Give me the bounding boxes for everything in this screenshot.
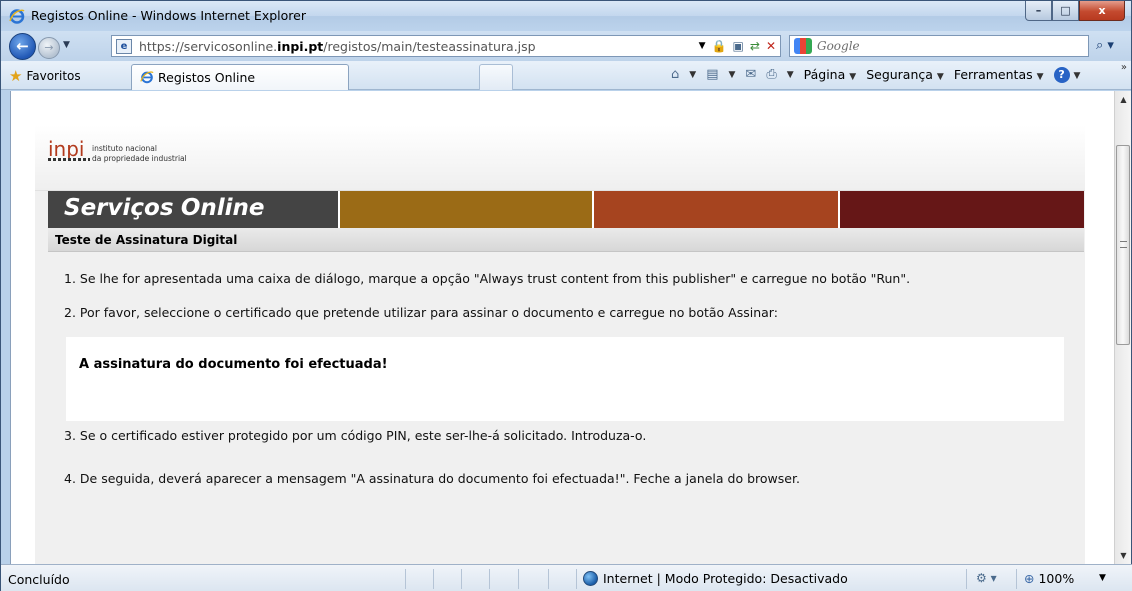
command-bar: ⌂ ▼ ▤ ▼ ✉ ⎙ ▼ Página ▼ Segurança ▼ Ferramen…	[671, 66, 1080, 83]
refresh-icon[interactable]: ⇄	[750, 38, 760, 54]
search-icon[interactable]: ⌕ ▾	[1096, 38, 1114, 53]
favorites-bar: ★ Favoritos Registos Online ⌂ ▼ ▤ ▼ ✉ ⎙ ▼ P…	[1, 61, 1131, 90]
menu-ferramentas[interactable]: Ferramentas ▼	[954, 67, 1044, 82]
status-divider	[518, 569, 519, 589]
close-button[interactable]: x	[1079, 1, 1125, 21]
compatibility-view-icon[interactable]: ▣	[733, 38, 744, 54]
forward-button[interactable]: →	[38, 37, 60, 59]
tab-label: Registos Online	[158, 70, 256, 85]
window-controls: – □ x	[1025, 1, 1125, 21]
help-icon: ?	[1053, 67, 1070, 83]
zoom-icon: ⊕	[1024, 571, 1035, 586]
address-bar[interactable]: e https://servicosonline.inpi.pt/registo…	[111, 35, 781, 57]
status-text: Concluído	[8, 572, 70, 587]
home-icon[interactable]: ⌂	[671, 67, 679, 82]
grip-icon	[1120, 241, 1127, 248]
banner-title-segment: Serviços Online	[48, 191, 338, 228]
scroll-up-arrow-icon[interactable]: ▲	[1115, 91, 1132, 108]
status-divider	[1016, 569, 1017, 589]
home-dropdown-icon[interactable]: ▼	[689, 70, 696, 80]
scrollbar-thumb[interactable]	[1116, 145, 1130, 345]
banner-segment-orange	[592, 191, 838, 228]
security-zone[interactable]: Internet | Modo Protegido: Desactivado	[583, 571, 848, 586]
recent-pages-dropdown-icon[interactable]: ▼	[63, 40, 70, 50]
tab-strip: Registos Online	[131, 64, 513, 90]
signature-result-panel: A assinatura do documento foi efectuada!	[66, 337, 1064, 421]
ie-logo-icon	[9, 9, 25, 24]
mail-icon[interactable]: ✉	[745, 67, 756, 82]
zoom-level: 100%	[1038, 571, 1075, 586]
print-dropdown-icon[interactable]: ▼	[787, 70, 794, 80]
logo-subtitle-1: instituto nacional	[92, 144, 157, 153]
star-icon: ★	[9, 67, 23, 85]
address-url[interactable]: https://servicosonline.inpi.pt/registos/…	[139, 39, 536, 54]
address-row: ← → ▼ e https://servicosonline.inpi.pt/r…	[1, 31, 1131, 61]
favorites-label: Favoritos	[26, 69, 81, 83]
address-dropdown-icon[interactable]: ▼	[699, 38, 706, 54]
instruction-step-1: 1. Se lhe for apresentada uma caixa de d…	[64, 271, 911, 286]
banner-segment-gold	[338, 191, 592, 228]
security-zone-label: Internet | Modo Protegido: Desactivado	[603, 571, 848, 586]
search-placeholder: Google	[817, 39, 860, 53]
menu-pagina[interactable]: Página ▼	[804, 67, 857, 82]
status-divider	[966, 569, 967, 589]
services-banner: Serviços Online	[48, 191, 1084, 228]
status-divider	[405, 569, 406, 589]
instruction-step-4: 4. De seguida, deverá aparecer a mensage…	[64, 471, 800, 486]
scroll-down-arrow-icon[interactable]: ▼	[1115, 547, 1132, 564]
status-divider	[548, 569, 549, 589]
globe-icon	[583, 571, 598, 586]
help-menu[interactable]: ? ▼	[1053, 66, 1080, 83]
page-content: inpi instituto nacional da propriedade i…	[10, 91, 1114, 564]
print-icon[interactable]: ⎙	[766, 67, 776, 82]
menu-seguranca[interactable]: Segurança ▼	[866, 67, 944, 82]
status-bar: Concluído Internet | Modo Protegido: Des…	[1, 564, 1132, 591]
instruction-step-2: 2. Por favor, seleccione o certificado q…	[64, 305, 778, 320]
instruction-step-3: 3. Se o certificado estiver protegido po…	[64, 428, 647, 443]
address-bar-icons: ▼ 🔒 ▣ ⇄ ✕	[699, 38, 776, 54]
ie-tab-icon	[140, 71, 154, 84]
new-tab-button[interactable]	[479, 64, 513, 90]
google-logo-icon	[794, 38, 812, 54]
banner-title: Serviços Online	[64, 195, 265, 221]
window-title: Registos Online - Windows Internet Explo…	[31, 8, 306, 23]
feeds-icon[interactable]: ▤	[706, 67, 718, 82]
tab-registos-online[interactable]: Registos Online	[131, 64, 349, 90]
inpi-logo[interactable]: inpi	[48, 139, 84, 159]
stop-icon[interactable]: ✕	[766, 38, 776, 54]
status-divider	[461, 569, 462, 589]
browser-window: Registos Online - Windows Internet Explo…	[0, 0, 1132, 591]
banner-segment-maroon	[838, 191, 1084, 228]
popup-blocker-icon[interactable]: ⚙ ▾	[976, 571, 997, 585]
page-icon: e	[116, 39, 132, 54]
feeds-dropdown-icon[interactable]: ▼	[728, 70, 735, 80]
logo-dots-icon	[48, 158, 90, 161]
lock-icon[interactable]: 🔒	[712, 38, 727, 54]
zoom-control[interactable]: ⊕ 100%	[1024, 571, 1074, 586]
maximize-button[interactable]: □	[1052, 1, 1079, 21]
logo-subtitle-2: da propriedade industrial	[92, 154, 187, 163]
header-brand: inpi instituto nacional da propriedade i…	[35, 125, 1085, 191]
status-divider	[576, 569, 577, 589]
favorites-button[interactable]: ★ Favoritos	[9, 67, 81, 85]
page-container: inpi instituto nacional da propriedade i…	[35, 125, 1085, 564]
zoom-dropdown-icon[interactable]: ▼	[1099, 573, 1106, 583]
chevron-more-icon[interactable]: »	[1121, 62, 1127, 73]
signature-result-message: A assinatura do documento foi efectuada!	[79, 357, 388, 372]
status-divider	[489, 569, 490, 589]
back-button[interactable]: ←	[9, 33, 36, 60]
vertical-scrollbar[interactable]: ▲ ▼	[1114, 91, 1131, 564]
search-box[interactable]: Google	[789, 35, 1089, 57]
section-title: Teste de Assinatura Digital	[48, 228, 1084, 252]
status-divider	[433, 569, 434, 589]
title-bar[interactable]: Registos Online - Windows Internet Explo…	[1, 1, 1131, 31]
minimize-button[interactable]: –	[1025, 1, 1052, 21]
